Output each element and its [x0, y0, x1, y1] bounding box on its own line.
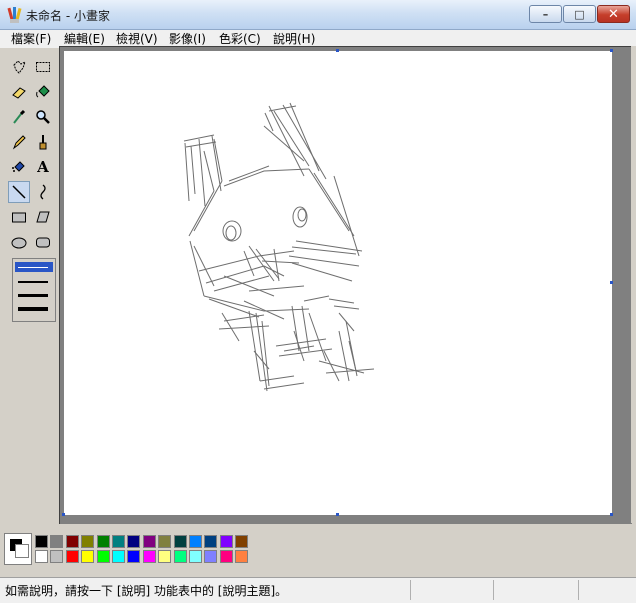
color-swatch[interactable]	[112, 535, 125, 548]
fill-bucket-icon[interactable]	[32, 81, 54, 103]
status-cell-position	[410, 580, 411, 600]
line-width-4[interactable]	[18, 307, 48, 311]
minimize-icon: –	[542, 7, 549, 21]
color-swatch[interactable]	[65, 535, 79, 548]
status-cell-size	[493, 580, 494, 600]
status-cell-extra	[578, 580, 579, 600]
text-icon[interactable]: A	[32, 156, 54, 178]
color-swatch[interactable]	[127, 550, 141, 563]
color-swatch[interactable]	[50, 535, 64, 548]
color-swatch[interactable]	[219, 535, 233, 548]
pencil-icon[interactable]	[8, 131, 30, 153]
color-swatch[interactable]	[96, 550, 110, 563]
polygon-icon[interactable]	[32, 206, 54, 228]
resize-handle-right[interactable]	[610, 281, 613, 284]
color-swatch[interactable]	[112, 550, 125, 563]
workspace	[59, 46, 632, 524]
line-width-selector	[12, 258, 56, 322]
eraser-icon[interactable]	[8, 81, 30, 103]
color-swatch[interactable]	[81, 535, 95, 548]
color-swatch[interactable]	[189, 550, 202, 563]
color-swatch[interactable]	[142, 550, 156, 563]
line-icon[interactable]	[8, 181, 30, 203]
color-swatch[interactable]	[173, 535, 187, 548]
magnifier-icon[interactable]	[32, 106, 54, 128]
free-form-select-icon[interactable]	[8, 56, 30, 78]
color-palette	[0, 527, 636, 575]
line-width-3[interactable]	[18, 294, 48, 297]
minimize-button[interactable]: –	[529, 5, 562, 23]
ellipse-icon[interactable]	[8, 231, 30, 253]
color-swatch[interactable]	[204, 535, 218, 548]
resize-handle-top	[336, 49, 339, 52]
background-color	[15, 544, 29, 558]
color-swatch[interactable]	[158, 550, 172, 563]
resize-handle-bottom-right[interactable]	[610, 513, 613, 516]
close-button[interactable]: ✕	[597, 5, 630, 23]
drawing-canvas[interactable]	[64, 51, 612, 515]
status-text: 如需說明，請按一下 [說明] 功能表中的 [說明主題]。	[5, 584, 288, 598]
color-swatch[interactable]	[158, 535, 172, 548]
color-swatch[interactable]	[127, 535, 141, 548]
color-swatch[interactable]	[235, 535, 249, 548]
color-swatch[interactable]	[235, 550, 249, 563]
title-bar[interactable]: 未命名 - 小畫家 – □ ✕	[0, 0, 636, 30]
color-swatch[interactable]	[35, 550, 48, 563]
menu-file[interactable]: 檔案(F)	[11, 30, 51, 48]
line-width-1[interactable]	[18, 267, 48, 268]
maximize-icon: □	[574, 7, 585, 21]
color-swatch[interactable]	[173, 550, 187, 563]
color-swatch[interactable]	[204, 550, 218, 563]
color-swatch[interactable]	[142, 535, 156, 548]
color-swatch[interactable]	[50, 550, 64, 563]
curve-icon[interactable]	[32, 181, 54, 203]
paint-app-icon	[7, 7, 22, 23]
resize-handle-bottom-left	[62, 513, 65, 516]
rect-select-icon[interactable]	[32, 56, 54, 78]
sketch-drawing	[183, 102, 375, 392]
rectangle-icon[interactable]	[8, 206, 30, 228]
resize-handle-top-right	[610, 49, 613, 52]
airbrush-icon[interactable]	[8, 156, 30, 178]
color-swatch[interactable]	[189, 535, 202, 548]
pick-color-icon[interactable]	[8, 106, 30, 128]
color-swatch[interactable]	[35, 535, 48, 548]
line-width-2[interactable]	[18, 281, 48, 283]
tool-box: A	[4, 52, 56, 326]
text-tool-label: A	[37, 158, 49, 176]
color-swatch[interactable]	[219, 550, 233, 563]
window-title: 未命名 - 小畫家	[26, 9, 110, 23]
color-swatch[interactable]	[81, 550, 95, 563]
resize-handle-bottom[interactable]	[336, 513, 339, 516]
window-border-right	[631, 46, 636, 523]
brush-icon[interactable]	[32, 131, 54, 153]
status-bar: 如需說明，請按一下 [說明] 功能表中的 [說明主題]。	[0, 577, 636, 603]
color-swatch[interactable]	[96, 535, 110, 548]
color-swatch[interactable]	[65, 550, 79, 563]
maximize-button[interactable]: □	[563, 5, 596, 23]
current-colors	[4, 533, 32, 565]
rounded-rect-icon[interactable]	[32, 231, 54, 253]
close-icon: ✕	[608, 6, 619, 22]
